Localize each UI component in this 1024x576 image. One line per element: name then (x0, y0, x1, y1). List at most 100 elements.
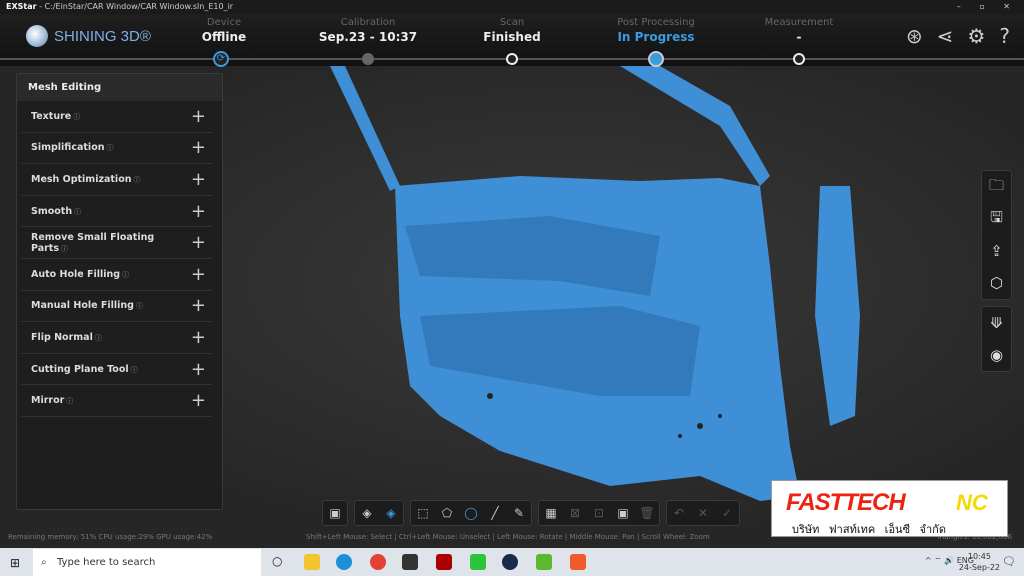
save-icon[interactable]: 🖫 (982, 203, 1011, 235)
item-label: Smooth ⓘ (31, 205, 82, 217)
info-icon[interactable]: ⓘ (136, 302, 143, 310)
expand-icon[interactable]: + (191, 295, 206, 316)
panel-item-texture[interactable]: Texture ⓘ + (21, 101, 212, 133)
mouse-hints: Shift+Left Mouse: Select | Ctrl+Left Mou… (306, 533, 710, 541)
sync-icon[interactable]: ⟳ (213, 51, 229, 67)
panel-item-smooth[interactable]: Smooth ⓘ + (21, 196, 212, 228)
expand-icon[interactable]: + (191, 137, 206, 158)
file-path: - C:/EinStar/CAR Window/CAR Window.sln_E… (36, 2, 234, 11)
step-label: Scan (499, 17, 525, 28)
view-toolbar: ⟱ ◉ (981, 306, 1012, 372)
file-explorer-icon[interactable] (304, 554, 320, 570)
step-calibration[interactable]: Calibration Sep.23 - 10:37 (298, 17, 438, 44)
lasso-select-icon[interactable]: ◯ (459, 501, 483, 525)
panel-item-cutting-plane-tool[interactable]: Cutting Plane Tool ⓘ + (21, 354, 212, 386)
taskbar-search[interactable]: ⌕ Type here to search (33, 549, 261, 576)
node-calibration[interactable] (362, 53, 374, 65)
notifications-icon[interactable]: 🗨 (1002, 555, 1016, 568)
unselect-icon[interactable]: ⊠ (563, 501, 587, 525)
info-icon[interactable]: ⓘ (122, 271, 129, 279)
fit-icon[interactable]: ⟱ (982, 307, 1011, 339)
expand-icon[interactable]: + (191, 327, 206, 348)
app-icon[interactable] (436, 554, 452, 570)
expand-icon[interactable]: + (191, 106, 206, 127)
rect-select-icon[interactable]: ⬚ (411, 501, 435, 525)
export-icon[interactable]: ⇪ (982, 235, 1011, 267)
step-value: - (796, 30, 802, 44)
chrome-icon[interactable] (370, 554, 386, 570)
line-icon[interactable] (470, 554, 486, 570)
brand-suffix: NC (956, 490, 988, 515)
info-icon[interactable]: ⓘ (73, 113, 80, 121)
search-placeholder: Type here to search (57, 557, 156, 568)
node-scan[interactable] (506, 53, 518, 65)
info-icon[interactable]: ⓘ (95, 334, 102, 342)
help-icon[interactable]: ? (999, 24, 1010, 48)
info-icon[interactable]: ⓘ (61, 245, 68, 253)
camtasia-icon[interactable] (536, 554, 552, 570)
camtasia-alt-icon[interactable] (570, 554, 586, 570)
panel-item-auto-hole-filling[interactable]: Auto Hole Filling ⓘ + (21, 259, 212, 291)
edge-icon[interactable] (336, 554, 352, 570)
workflow-header: SHINING 3D® Device Offline Calibration Sep… (0, 14, 1024, 67)
polygon-select-icon[interactable]: ⬠ (435, 501, 459, 525)
step-label: Measurement (764, 17, 834, 28)
store-icon[interactable] (402, 554, 418, 570)
undo-icon[interactable]: ↶ (667, 501, 691, 525)
new-feature-icon[interactable]: ⊛ (906, 24, 923, 48)
share-icon[interactable]: ⋖ (937, 24, 954, 48)
eye-icon[interactable]: ◉ (982, 339, 1011, 371)
step-device[interactable]: Device Offline (154, 17, 294, 44)
search-icon: ⌕ (41, 557, 47, 568)
expand-icon[interactable]: + (191, 169, 206, 190)
window-controls[interactable]: – ▫ ✕ (957, 0, 1018, 14)
info-icon[interactable]: ⓘ (66, 397, 73, 405)
step-value: In Progress (617, 30, 695, 44)
mesh-editing-panel: Mesh Editing Texture ⓘ + Simplification ⓘ + Me… (16, 73, 223, 510)
expand-icon[interactable]: + (191, 359, 206, 380)
panel-item-flip-normal[interactable]: Flip Normal ⓘ + (21, 322, 212, 354)
apply-icon[interactable]: ✓ (715, 501, 739, 525)
brush-select-icon[interactable]: ✎ (507, 501, 531, 525)
expand-icon[interactable]: + (191, 390, 206, 411)
info-icon[interactable]: ⓘ (131, 366, 138, 374)
panel-item-manual-hole-filling[interactable]: Manual Hole Filling ⓘ + (21, 291, 212, 323)
expand-icon[interactable]: + (191, 232, 206, 253)
clock[interactable]: 10:45 24-Sep-22 (959, 551, 1000, 573)
layers-icon[interactable]: ◈ (355, 501, 379, 525)
info-icon[interactable]: ⓘ (106, 144, 113, 152)
cortana-icon[interactable]: ○ (272, 554, 282, 568)
item-label: Mirror ⓘ (31, 395, 74, 407)
windows-taskbar: ⊞ ⌕ Type here to search ○ ^ ⌔ 🔊 ENG 10:45… (0, 548, 1024, 576)
panel-item-mirror[interactable]: Mirror ⓘ + (21, 385, 212, 417)
select-connected-icon[interactable]: ▣ (611, 501, 635, 525)
info-icon[interactable]: ⓘ (74, 208, 81, 216)
layers-through-icon[interactable]: ◈ (379, 501, 403, 525)
settings-icon[interactable]: ⚙ (967, 24, 985, 48)
panel-item-remove-small-floating-parts[interactable]: Remove Small Floating Parts ⓘ + (21, 227, 212, 259)
select-all-icon[interactable]: ▦ (539, 501, 563, 525)
expand-icon[interactable]: + (191, 201, 206, 222)
delete-icon[interactable]: 🗑 (635, 501, 659, 525)
cube-view-icon[interactable]: ⬡ (982, 267, 1011, 299)
selection-toolbar: ▣ ◈ ◈ ⬚ ⬠ ◯ ╱ ✎ ▦ ⊠ ⊡ ▣ 🗑 ↶ ✕ ✓ (322, 500, 740, 526)
line-select-icon[interactable]: ╱ (483, 501, 507, 525)
step-scan[interactable]: Scan Finished (442, 17, 582, 44)
node-measurement[interactable] (793, 53, 805, 65)
exstar-icon[interactable] (502, 554, 518, 570)
brand-thai: บริษัท ฟาสท์เทค เอ็นซี จำกัด (792, 523, 946, 536)
node-post-processing[interactable] (648, 51, 664, 67)
view-cube-icon[interactable]: ▣ (323, 501, 347, 525)
invert-select-icon[interactable]: ⊡ (587, 501, 611, 525)
panel-item-simplification[interactable]: Simplification ⓘ + (21, 133, 212, 165)
step-value: Offline (201, 30, 247, 44)
step-measurement[interactable]: Measurement - (729, 17, 869, 44)
panel-item-mesh-optimization[interactable]: Mesh Optimization ⓘ + (21, 164, 212, 196)
folder-icon[interactable]: 🗀 (982, 171, 1011, 203)
windows-start-icon[interactable]: ⊞ (10, 556, 20, 570)
resource-usage: Remaining memory: 51% CPU usage:29% GPU … (8, 533, 213, 541)
info-icon[interactable]: ⓘ (133, 176, 140, 184)
expand-icon[interactable]: + (191, 264, 206, 285)
step-post-processing[interactable]: Post Processing In Progress (586, 17, 726, 44)
cancel-icon[interactable]: ✕ (691, 501, 715, 525)
